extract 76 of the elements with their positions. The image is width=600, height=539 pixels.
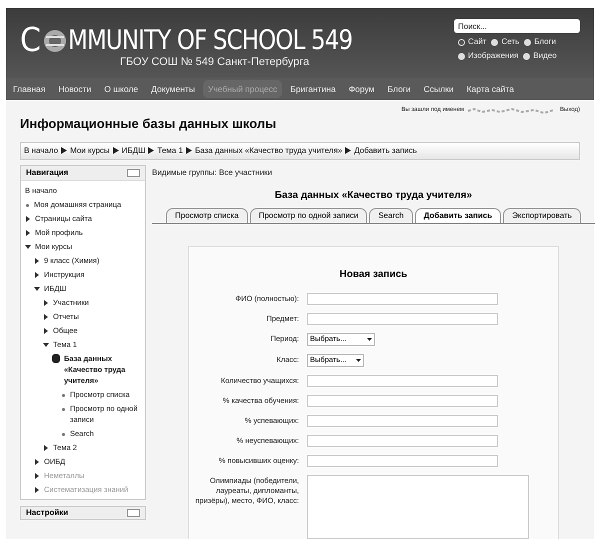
database-icon (52, 354, 60, 362)
breadcrumb-link[interactable]: В начало (24, 144, 58, 156)
collapsed-arrow-icon[interactable] (25, 230, 31, 236)
collapsed-arrow-icon[interactable] (34, 472, 40, 478)
bullet-icon (62, 394, 65, 396)
globe-icon (42, 29, 67, 53)
radio-button[interactable] (458, 52, 465, 60)
dropdown-arrow-icon (367, 338, 372, 340)
separator-arrow-icon (61, 147, 68, 154)
collapsed-arrow-icon[interactable] (43, 300, 49, 306)
bullet-icon (62, 432, 65, 436)
form-title: Новая запись (339, 268, 408, 280)
text-field[interactable] (307, 414, 498, 426)
collapsed-arrow-icon[interactable] (34, 258, 40, 264)
menu-item[interactable]: Бригантина (285, 80, 341, 98)
radio-button[interactable] (523, 52, 530, 60)
radio-label: Сайт (468, 36, 486, 48)
tab[interactable]: Просмотр списка (166, 208, 248, 222)
separator-arrow-icon (112, 147, 119, 154)
breadcrumb-link[interactable]: ИБДШ (122, 144, 146, 156)
menu-item[interactable]: Новости (53, 80, 96, 98)
menu-item[interactable]: Документы (146, 80, 200, 98)
bullet-icon (62, 408, 65, 410)
breadcrumb-link[interactable]: Тема 1 (157, 144, 183, 156)
separator-arrow-icon (186, 147, 192, 154)
separator-arrow-icon (148, 147, 154, 154)
expanded-arrow-icon[interactable] (25, 244, 31, 250)
breadcrumb-link[interactable]: База данных «Качество труда учителя» (194, 144, 342, 156)
search-field[interactable]: Поиск... (454, 19, 580, 33)
menu-item[interactable]: Форум (344, 80, 380, 98)
logo-subtitle: ГБОУ СОШ № 549 Санкт-Петербурга (120, 55, 310, 70)
collapsed-arrow-icon[interactable] (25, 216, 31, 222)
text-field[interactable] (307, 374, 498, 386)
collapsed-arrow-icon[interactable] (34, 486, 40, 492)
expanded-arrow-icon[interactable] (43, 342, 49, 348)
block-title: Навигация (26, 166, 68, 178)
bullet-icon (26, 204, 29, 206)
collapsed-arrow-icon[interactable] (34, 272, 40, 278)
radio-label: Блоги (534, 36, 556, 48)
radio-button[interactable] (491, 38, 498, 46)
breadcrumb-link[interactable]: Добавить запись (354, 144, 417, 156)
text-field[interactable] (307, 394, 498, 406)
dock-icon[interactable] (127, 168, 140, 176)
collapsed-arrow-icon[interactable] (34, 458, 40, 464)
radio-button[interactable] (524, 38, 532, 46)
dropdown-arrow-icon (356, 358, 361, 362)
page-title: Информационные базы данных школы (20, 115, 276, 133)
collapsed-arrow-icon[interactable] (43, 444, 49, 450)
text-field[interactable] (307, 434, 498, 446)
tab[interactable]: Добавить запись (414, 208, 502, 222)
text-field[interactable] (307, 292, 498, 304)
block-title: Настройки (26, 506, 68, 518)
menu-item[interactable]: Главная (8, 80, 50, 98)
collapsed-arrow-icon[interactable] (43, 328, 49, 334)
text-field[interactable] (307, 454, 498, 466)
menu-item[interactable]: Карта сайта (462, 80, 519, 98)
groups-label: Видимые группы: Все участники (152, 166, 274, 178)
radio-button[interactable] (458, 38, 465, 46)
separator-arrow-icon (345, 147, 352, 154)
logo-letter: C (20, 24, 42, 58)
menu-item[interactable]: Блоги (382, 80, 416, 98)
radio-label: Изображения (468, 50, 518, 62)
dock-icon[interactable] (127, 508, 140, 516)
menu-item[interactable]: О школе (99, 80, 144, 98)
logo-text: MMUNITY OF SCHOOL 549 (68, 26, 352, 56)
collapsed-arrow-icon[interactable] (43, 314, 49, 320)
tab[interactable]: Экспортировать (503, 208, 581, 222)
database-title: База данных «Качество труда учителя» (274, 188, 474, 202)
menu-item[interactable]: Ссылки (418, 80, 459, 98)
tab[interactable]: Просмотр по одной записи (250, 208, 368, 222)
radio-label: Сеть (501, 36, 520, 48)
breadcrumb-link[interactable]: Мои курсы (70, 144, 110, 156)
expanded-arrow-icon[interactable] (34, 286, 40, 292)
tab[interactable]: Search (369, 208, 413, 222)
radio-label: Видео (533, 50, 557, 62)
text-field[interactable] (307, 312, 498, 324)
